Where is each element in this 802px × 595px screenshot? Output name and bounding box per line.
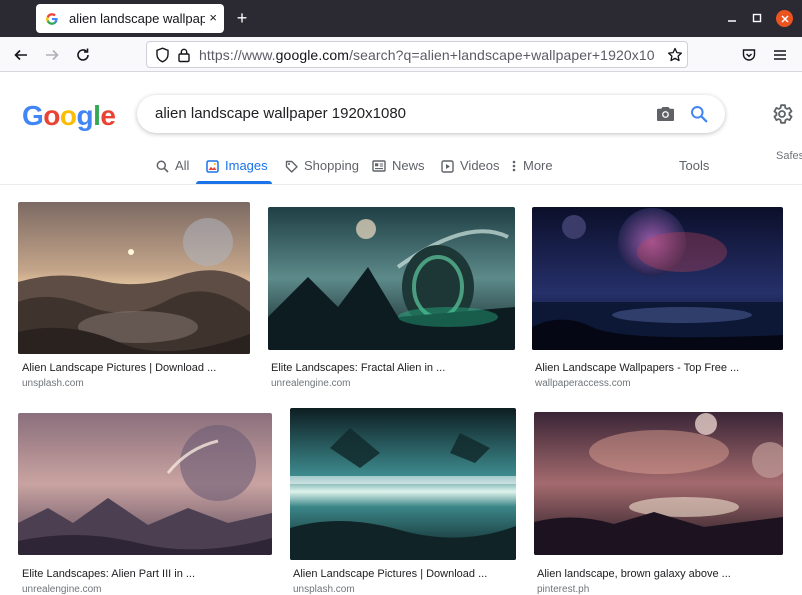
result-thumbnail[interactable] — [532, 207, 783, 350]
result-source[interactable]: unrealengine.com — [22, 584, 102, 595]
tab-label: All — [175, 158, 190, 173]
tab-label: Images — [225, 158, 268, 173]
result-source[interactable]: unsplash.com — [293, 584, 355, 595]
result-thumbnail[interactable] — [534, 412, 783, 555]
tab-title: alien landscape wallpaper — [69, 11, 205, 26]
navigation-toolbar: https://www.google.com/search?q=alien+la… — [0, 37, 802, 72]
back-arrow-icon[interactable] — [11, 45, 31, 65]
tab-news[interactable]: News — [371, 150, 425, 184]
result-thumbnail[interactable] — [18, 413, 272, 555]
reload-icon[interactable] — [73, 45, 93, 65]
search-input[interactable]: alien landscape wallpaper 1920x1080 — [155, 105, 406, 122]
active-tab-indicator — [196, 181, 272, 184]
search-icon[interactable] — [690, 105, 708, 128]
bookmark-star-icon[interactable] — [667, 47, 683, 68]
tab-label: Shopping — [304, 158, 359, 173]
google-favicon-icon — [44, 11, 60, 27]
tab-close-icon[interactable]: × — [209, 10, 217, 25]
search-tabs: All Images Shopping News Videos More Too… — [0, 150, 802, 185]
camera-icon[interactable] — [656, 105, 675, 127]
result-source[interactable]: pinterest.ph — [537, 584, 589, 595]
new-tab-button[interactable]: + — [233, 9, 251, 27]
logo-letter: l — [93, 100, 101, 131]
tab-more[interactable]: More — [510, 150, 553, 184]
search-icon — [154, 158, 170, 174]
tools-label: Tools — [679, 158, 710, 173]
window-close-icon[interactable] — [776, 10, 793, 27]
tab-all[interactable]: All — [154, 150, 189, 184]
tab-videos[interactable]: Videos — [439, 150, 500, 184]
shield-icon[interactable] — [155, 47, 170, 68]
search-box[interactable]: alien landscape wallpaper 1920x1080 — [137, 95, 725, 133]
tab-label: News — [392, 158, 425, 173]
logo-letter: G — [22, 100, 44, 131]
result-title[interactable]: Alien Landscape Wallpapers - Top Free ..… — [535, 362, 739, 374]
news-icon — [371, 158, 387, 174]
result-source[interactable]: unsplash.com — [22, 378, 84, 389]
result-source[interactable]: wallpaperaccess.com — [535, 378, 631, 389]
minimize-icon[interactable] — [724, 10, 740, 26]
url-prefix: https://www. — [199, 47, 276, 63]
hamburger-menu-icon[interactable] — [770, 45, 790, 65]
video-icon — [439, 158, 455, 174]
logo-letter: e — [100, 100, 116, 131]
result-source[interactable]: unrealengine.com — [271, 378, 351, 389]
result-title[interactable]: Alien Landscape Pictures | Download ... — [22, 362, 216, 374]
tag-icon — [283, 158, 299, 174]
result-thumbnail[interactable] — [268, 207, 515, 350]
browser-tab[interactable]: alien landscape wallpaper × — [36, 4, 224, 33]
tab-label: Videos — [460, 158, 500, 173]
logo-letter: o — [59, 100, 77, 131]
maximize-icon[interactable] — [749, 10, 765, 26]
forward-arrow-icon[interactable] — [42, 45, 62, 65]
logo-letter: o — [43, 100, 60, 131]
tab-label: More — [523, 158, 553, 173]
settings-gear-icon[interactable] — [770, 102, 794, 126]
url-path: /search?q=alien+landscape+wallpaper+1920… — [349, 47, 655, 63]
result-title[interactable]: Alien Landscape Pictures | Download ... — [293, 568, 487, 580]
browser-tab-bar: alien landscape wallpaper × + — [0, 0, 802, 37]
pocket-icon[interactable] — [739, 45, 759, 65]
result-title[interactable]: Alien landscape, brown galaxy above ... — [537, 568, 731, 580]
tab-images[interactable]: Images — [204, 150, 268, 184]
result-thumbnail[interactable] — [290, 408, 516, 560]
result-title[interactable]: Elite Landscapes: Fractal Alien in ... — [271, 362, 445, 374]
url-bar[interactable]: https://www.google.com/search?q=alien+la… — [146, 41, 688, 68]
tab-shopping[interactable]: Shopping — [283, 150, 359, 184]
image-icon — [204, 158, 220, 174]
more-vertical-icon — [510, 158, 518, 174]
url-text[interactable]: https://www.google.com/search?q=alien+la… — [199, 47, 655, 63]
result-title[interactable]: Elite Landscapes: Alien Part III in ... — [22, 568, 195, 580]
lock-icon[interactable] — [177, 47, 191, 68]
result-thumbnail[interactable] — [18, 202, 250, 354]
logo-letter: g — [76, 100, 94, 131]
google-logo[interactable]: Google — [22, 100, 116, 132]
tools-button[interactable]: Tools — [679, 150, 709, 184]
url-host: google.com — [275, 47, 350, 63]
